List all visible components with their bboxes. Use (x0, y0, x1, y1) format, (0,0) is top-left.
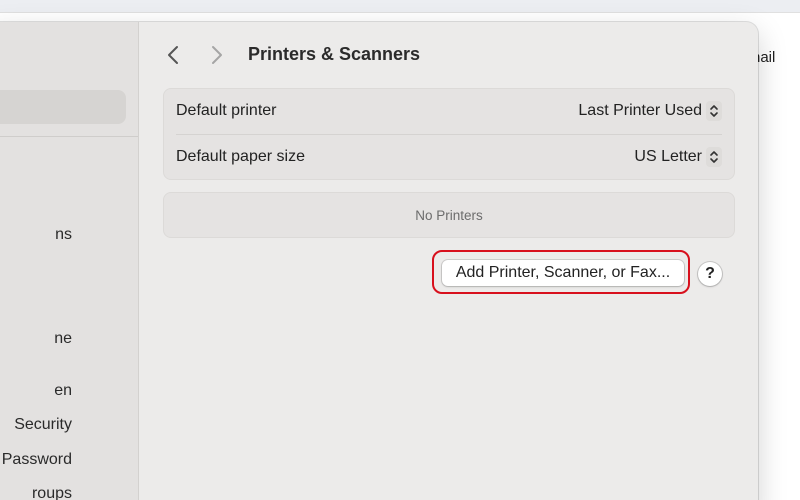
sidebar-item-label: en (54, 382, 72, 399)
printer-defaults-group: Default printer Last Printer Used Defaul… (163, 88, 735, 180)
page-title: Printers & Scanners (248, 44, 421, 64)
up-down-chevron-icon (706, 101, 722, 121)
printers-list: No Printers (163, 192, 735, 238)
sidebar-item-screen-time[interactable]: ne (0, 330, 138, 352)
main-content: Printers & Scanners Default printer Last… (138, 22, 758, 500)
sidebar-item-privacy-security[interactable]: Security (0, 416, 138, 438)
sidebar-item-lock-screen[interactable]: en (0, 382, 138, 404)
default-paper-size-label: Default paper size (176, 148, 305, 165)
background-top-bar (0, 0, 800, 13)
chevron-left-icon (168, 46, 178, 64)
up-down-chevron-icon (706, 147, 722, 167)
sidebar-search-field[interactable] (0, 90, 126, 124)
default-printer-popup[interactable]: Last Printer Used (578, 101, 722, 121)
sidebar: ns ne en Security & Password roups (0, 22, 139, 500)
sidebar-item-label: Security (14, 416, 72, 433)
sidebar-item-label: & Password (0, 451, 72, 468)
default-paper-size-row: Default paper size US Letter (176, 134, 722, 179)
sidebar-item-touch-id-password[interactable]: & Password (0, 451, 138, 473)
default-paper-size-popup[interactable]: US Letter (634, 147, 722, 167)
sidebar-item-label: ne (54, 330, 72, 347)
sidebar-item-label: ns (55, 226, 72, 243)
system-settings-window: ns ne en Security & Password roups Print… (0, 22, 758, 500)
sidebar-item-users-groups[interactable]: roups (0, 485, 138, 500)
forward-button[interactable] (205, 42, 229, 68)
no-printers-text: No Printers (415, 207, 483, 223)
chevron-right-icon (212, 46, 222, 64)
back-button[interactable] (161, 42, 185, 68)
sidebar-item-notifications[interactable]: ns (0, 226, 138, 248)
add-printer-scanner-fax-button[interactable]: Add Printer, Scanner, or Fax... (442, 260, 684, 286)
sidebar-divider (0, 136, 138, 137)
default-paper-size-value: US Letter (634, 148, 702, 165)
help-button[interactable]: ? (698, 262, 722, 286)
default-printer-value: Last Printer Used (578, 102, 702, 119)
sidebar-item-label: roups (31, 485, 72, 500)
default-printer-label: Default printer (176, 102, 277, 119)
default-printer-row: Default printer Last Printer Used (176, 89, 722, 133)
